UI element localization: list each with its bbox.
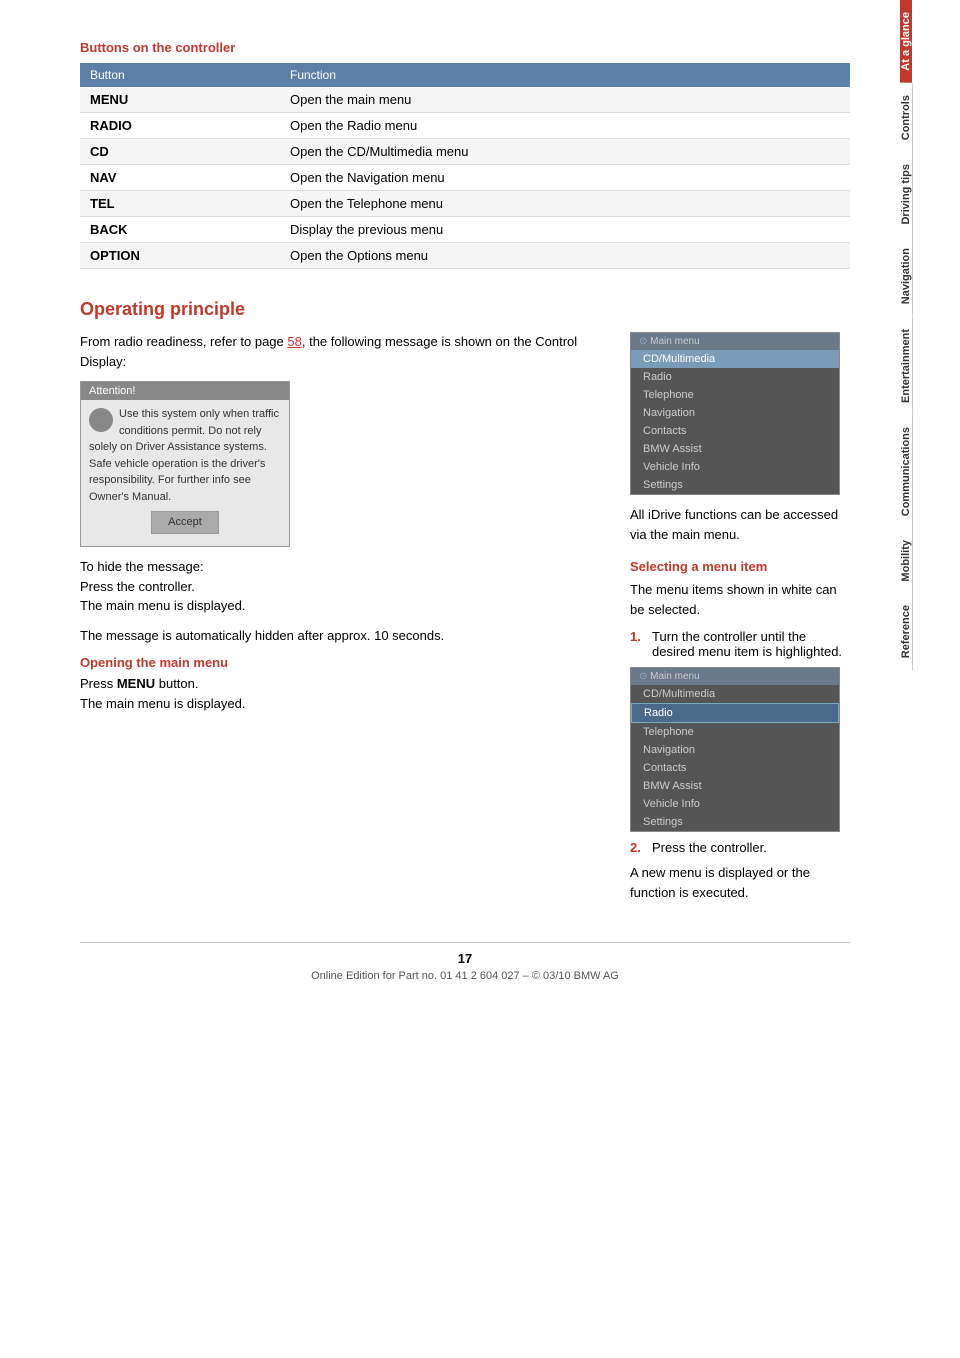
sidebar-tab-controls[interactable]: Controls [900, 83, 913, 152]
table-header-function: Function [280, 63, 850, 87]
sidebar-tab-driving-tips[interactable]: Driving tips [900, 152, 913, 237]
menu-item: Navigation [631, 741, 839, 759]
menu-item: CD/Multimedia [631, 685, 839, 703]
table-row: RADIOOpen the Radio menu [80, 113, 850, 139]
opening-main-menu-title: Opening the main menu [80, 655, 610, 670]
operating-section-title: Operating principle [80, 299, 850, 320]
buttons-section: Buttons on the controller Button Functio… [80, 40, 850, 269]
menu-item: Radio [631, 368, 839, 386]
menu-item: Navigation [631, 404, 839, 422]
operating-section: Operating principle From radio readiness… [80, 299, 850, 912]
main-menu-display-top: ⊙ Main menu CD/MultimediaRadioTelephoneN… [630, 332, 850, 544]
buttons-section-title: Buttons on the controller [80, 40, 850, 55]
function-cell: Open the main menu [280, 87, 850, 113]
menu-item: CD/Multimedia [631, 350, 839, 368]
sidebar-tab-entertainment[interactable]: Entertainment [900, 317, 913, 415]
footer-text: Online Edition for Part no. 01 41 2 604 … [311, 970, 619, 982]
step-1: 1. Turn the controller until the desired… [630, 629, 850, 659]
function-cell: Open the Options menu [280, 243, 850, 269]
main-menu-box-top: ⊙ Main menu CD/MultimediaRadioTelephoneN… [630, 332, 840, 495]
page-number: 17 [80, 951, 850, 966]
menu-item: Telephone [631, 723, 839, 741]
sidebar-tab-at-a-glance[interactable]: At a glance [900, 0, 912, 83]
menu-item: Settings [631, 813, 839, 831]
menu-item: Vehicle Info [631, 458, 839, 476]
button-cell: OPTION [80, 243, 280, 269]
menu-item: Telephone [631, 386, 839, 404]
function-cell: Open the Telephone menu [280, 191, 850, 217]
left-column: From radio readiness, refer to page 58, … [80, 332, 610, 912]
outcome-text: A new menu is displayed or the function … [630, 863, 850, 902]
opening-main-menu-text: Press MENU button. The main menu is disp… [80, 674, 610, 713]
menu-item: Settings [631, 476, 839, 494]
function-cell: Display the previous menu [280, 217, 850, 243]
sidebar-tab-reference[interactable]: Reference [900, 593, 913, 670]
auto-hidden-text: The message is automatically hidden afte… [80, 626, 610, 646]
function-cell: Open the Radio menu [280, 113, 850, 139]
table-row: BACKDisplay the previous menu [80, 217, 850, 243]
button-cell: MENU [80, 87, 280, 113]
right-column: ⊙ Main menu CD/MultimediaRadioTelephoneN… [630, 332, 850, 912]
page-footer: 17 Online Edition for Part no. 01 41 2 6… [80, 942, 850, 982]
attention-icon [89, 408, 113, 432]
accept-button[interactable]: Accept [151, 511, 219, 534]
main-content: Buttons on the controller Button Functio… [0, 0, 900, 1358]
buttons-table: Button Function MENUOpen the main menuRA… [80, 63, 850, 269]
function-cell: Open the CD/Multimedia menu [280, 139, 850, 165]
selecting-menu-item-title: Selecting a menu item [630, 559, 850, 574]
intro-text: From radio readiness, refer to page 58, … [80, 332, 610, 371]
button-cell: TEL [80, 191, 280, 217]
attention-box: Attention! Use this system only when tra… [80, 381, 290, 547]
sidebar-tab-mobility[interactable]: Mobility [900, 528, 913, 594]
button-cell: NAV [80, 165, 280, 191]
step-1-number: 1. [630, 629, 646, 659]
attention-body: Use this system only when traffic condit… [81, 400, 289, 546]
page-ref-link[interactable]: 58 [287, 334, 301, 349]
selecting-menu-intro: The menu items shown in white can be sel… [630, 580, 850, 619]
main-menu-title-top: ⊙ Main menu [631, 333, 839, 350]
two-column-layout: From radio readiness, refer to page 58, … [80, 332, 850, 912]
hide-message-text: To hide the message: Press the controlle… [80, 557, 610, 616]
table-row: TELOpen the Telephone menu [80, 191, 850, 217]
menu-item: BMW Assist [631, 777, 839, 795]
right-sidebar: At a glanceControlsDriving tipsNavigatio… [900, 0, 960, 1358]
main-menu-title-bottom: ⊙ Main menu [631, 668, 839, 685]
table-row: MENUOpen the main menu [80, 87, 850, 113]
menu-item: Radio [631, 703, 839, 723]
sidebar-tab-communications[interactable]: Communications [900, 415, 913, 528]
menu-item: Contacts [631, 759, 839, 777]
step-1-text: Turn the controller until the desired me… [652, 629, 850, 659]
menu-bold: MENU [117, 676, 155, 691]
menu-item: Vehicle Info [631, 795, 839, 813]
attention-text: Use this system only when traffic condit… [89, 406, 281, 505]
button-cell: BACK [80, 217, 280, 243]
function-cell: Open the Navigation menu [280, 165, 850, 191]
all-idrive-text: All iDrive functions can be accessed via… [630, 505, 850, 544]
table-header-button: Button [80, 63, 280, 87]
step-2: 2. Press the controller. [630, 840, 850, 855]
menu-item: Contacts [631, 422, 839, 440]
table-row: OPTIONOpen the Options menu [80, 243, 850, 269]
table-row: NAVOpen the Navigation menu [80, 165, 850, 191]
button-cell: RADIO [80, 113, 280, 139]
step-2-text: Press the controller. [652, 840, 767, 855]
sidebar-tab-navigation[interactable]: Navigation [900, 236, 913, 316]
table-row: CDOpen the CD/Multimedia menu [80, 139, 850, 165]
menu-item: BMW Assist [631, 440, 839, 458]
attention-header: Attention! [81, 382, 289, 400]
button-cell: CD [80, 139, 280, 165]
step-2-number: 2. [630, 840, 646, 855]
main-menu-box-bottom: ⊙ Main menu CD/MultimediaRadioTelephoneN… [630, 667, 840, 832]
